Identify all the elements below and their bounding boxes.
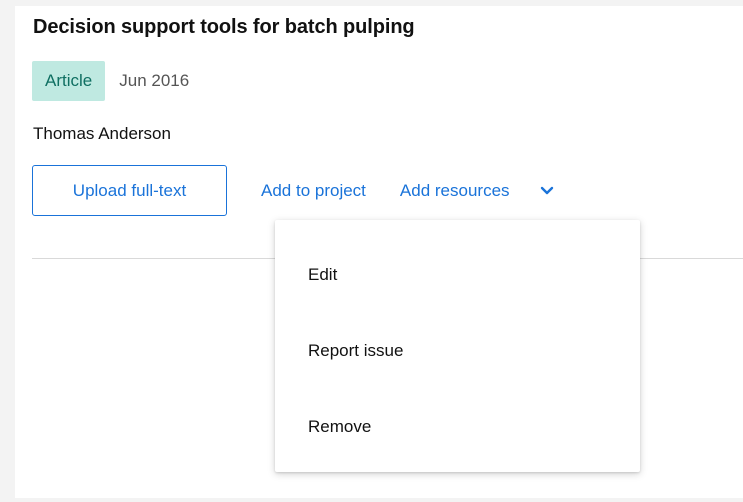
- type-badge: Article: [32, 61, 106, 101]
- add-to-project-button[interactable]: Add to project: [261, 181, 366, 201]
- publication-title[interactable]: Decision support tools for batch pulping: [33, 16, 415, 39]
- menu-item-edit[interactable]: Edit: [308, 265, 337, 285]
- upload-full-text-button[interactable]: Upload full-text: [32, 165, 227, 216]
- add-resources-button[interactable]: Add resources: [400, 181, 510, 201]
- chevron-down-icon[interactable]: [536, 180, 558, 202]
- menu-item-remove[interactable]: Remove: [308, 417, 371, 437]
- menu-item-report-issue[interactable]: Report issue: [308, 341, 403, 361]
- upload-button-label: Upload full-text: [72, 180, 187, 200]
- author-name[interactable]: Thomas Anderson: [33, 124, 171, 144]
- more-actions-menu: Edit Report issue Remove: [275, 220, 640, 472]
- publication-date: Jun 2016: [119, 71, 190, 90]
- action-bar: Upload full-text Add to project Add reso…: [32, 164, 558, 217]
- publication-meta: Article Jun 2016: [32, 61, 189, 101]
